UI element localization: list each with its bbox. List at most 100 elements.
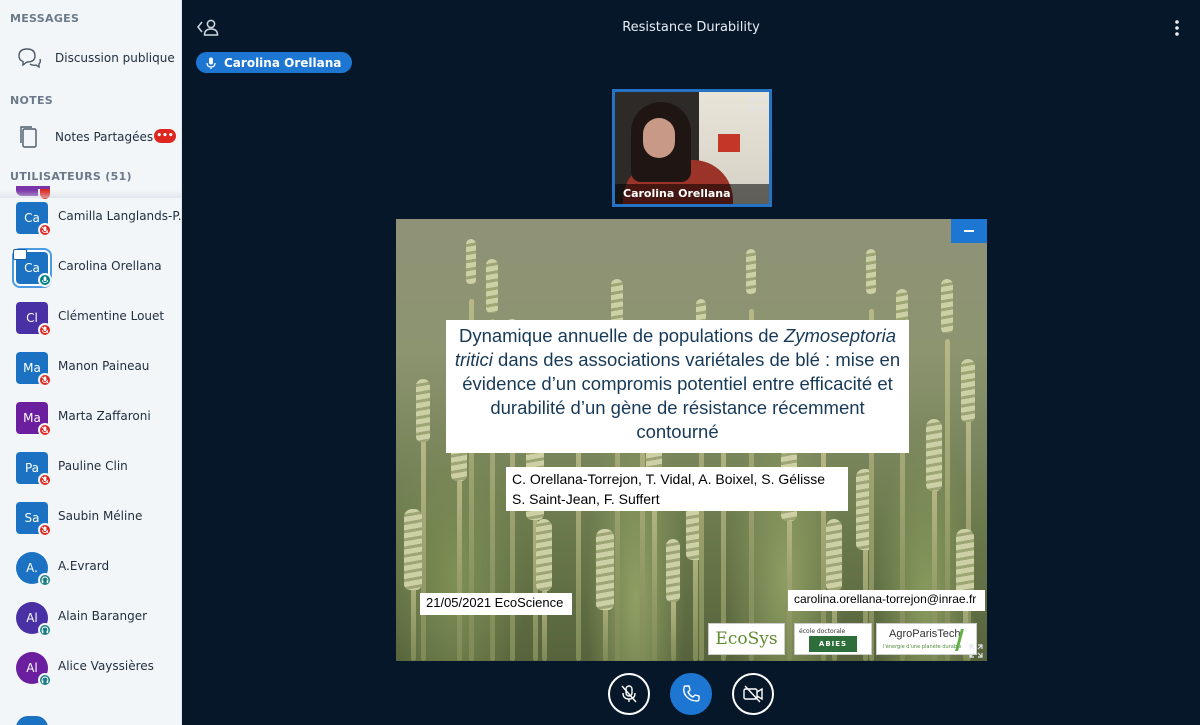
- headphones-icon: [38, 573, 52, 587]
- shared-notes-item[interactable]: Notes Partagées •••: [0, 117, 181, 157]
- slide-authors-line2: S. Saint-Jean, F. Suffert: [512, 491, 660, 507]
- talking-indicator[interactable]: Carolina Orellana: [196, 52, 353, 73]
- share-webcam-button[interactable]: [732, 673, 774, 715]
- wheat-stalk: [787, 509, 792, 661]
- wheat-ear: [536, 519, 552, 591]
- muted-microphone-icon: [38, 223, 52, 237]
- slide-title: Dynamique annuelle de populations de Zym…: [446, 320, 909, 453]
- wheat-ear: [746, 249, 756, 294]
- user-name: Carolina Orellana: [58, 259, 162, 273]
- ecosys-logo: EcoSys: [708, 623, 785, 655]
- notes-section-title: NOTES: [10, 94, 53, 107]
- header: Resistance Durability: [182, 0, 1200, 56]
- abies-logo-text: ABIES: [809, 636, 857, 652]
- user-list-item[interactable]: Al Alice Vayssières: [0, 642, 181, 692]
- presentation-slide[interactable]: Dynamique annuelle de populations de Zym…: [396, 219, 987, 661]
- wheat-ear: [941, 279, 953, 333]
- agroparistech-logo: AgroParisTech l'énergie d'une planète du…: [876, 623, 977, 655]
- wheat-ear: [486, 259, 498, 313]
- webcam-wall-poster: [718, 134, 740, 152]
- slide-title-part1: Dynamique annuelle de populations de: [458, 325, 784, 346]
- user-list-item[interactable]: Ca Carolina Orellana: [0, 242, 181, 292]
- abies-logo-subtext: école doctorale: [799, 628, 846, 635]
- wheat-stalk: [542, 579, 547, 661]
- shared-notes-badge: •••: [154, 129, 176, 143]
- headphones-icon: [38, 673, 52, 687]
- wheat-ear: [416, 379, 430, 442]
- wheat-ear: [666, 539, 680, 602]
- user-list-item[interactable]: Al Alain Baranger: [0, 592, 181, 642]
- microphone-muted-icon: [621, 685, 637, 703]
- wheat-stalk: [457, 469, 462, 661]
- headphones-icon: [38, 623, 52, 637]
- muted-microphone-icon: [38, 423, 52, 437]
- slide-title-part2: dans des associations variétales de blé …: [462, 349, 901, 442]
- partial-avatar-bottom: [16, 716, 48, 725]
- kebab-icon: [1175, 20, 1179, 36]
- wheat-stalk: [671, 599, 676, 661]
- fullscreen-icon: [969, 644, 983, 658]
- user-name: Alain Baranger: [58, 609, 148, 623]
- webcam-user-name: Carolina Orellana: [615, 184, 769, 204]
- slide-authors: C. Orellana-Torrejon, T. Vidal, A. Boixe…: [506, 467, 848, 511]
- users-section-title: UTILISATEURS (51): [10, 170, 132, 183]
- wheat-stalk: [652, 489, 657, 661]
- wheat-ear: [961, 359, 975, 422]
- presenter-icon: [13, 249, 27, 260]
- muted-microphone-icon: [38, 473, 52, 487]
- user-list-item[interactable]: Ca Camilla Langlands-P...: [0, 192, 182, 242]
- slide-email: carolina.orellana-torrejon@inrae.fr: [788, 590, 985, 611]
- shared-notes-label: Notes Partagées: [55, 130, 154, 144]
- expand-icon: [750, 97, 764, 111]
- muted-microphone-icon: [38, 373, 52, 387]
- slide-authors-line1: C. Orellana-Torrejon, T. Vidal, A. Boixe…: [512, 471, 826, 487]
- user-list: Ca Camilla Langlands-P... Ca Carolina Orell…: [0, 192, 182, 692]
- user-list-item[interactable]: Ma Manon Paineau: [0, 342, 181, 392]
- slide-date-event: 21/05/2021 EcoScience: [420, 593, 572, 615]
- fullscreen-button[interactable]: [969, 643, 983, 658]
- user-name: Manon Paineau: [58, 359, 150, 373]
- wheat-ear: [404, 509, 422, 590]
- options-menu-button[interactable]: [1174, 18, 1180, 38]
- webcam-expand-button[interactable]: [750, 96, 764, 111]
- user-list-item[interactable]: A. A.Evrard: [0, 542, 181, 592]
- unmute-microphone-button[interactable]: [608, 673, 650, 715]
- messages-section-title: MESSAGES: [10, 12, 80, 25]
- wheat-ear: [926, 419, 942, 491]
- webcam-person-face: [643, 118, 675, 158]
- user-list-item[interactable]: Sa Saubin Méline: [0, 492, 181, 542]
- user-name: Camilla Langlands-P...: [58, 209, 182, 223]
- meeting-title: Resistance Durability: [622, 20, 760, 35]
- public-chat-label: Discussion publique: [55, 51, 175, 65]
- minus-icon: [964, 230, 974, 232]
- chat-icon: [14, 43, 44, 73]
- wheat-stalk: [945, 339, 950, 661]
- agroparistech-logo-subtext: l'énergie d'une planète durable: [883, 644, 962, 650]
- user-name: Alice Vayssières: [58, 659, 154, 673]
- microphone-icon: [38, 273, 52, 287]
- wheat-ear: [466, 239, 476, 284]
- sidebar: MESSAGES Discussion publique NOTES Notes…: [0, 0, 182, 725]
- user-name: Marta Zaffaroni: [58, 409, 151, 423]
- user-name: Pauline Clin: [58, 459, 128, 473]
- user-list-item[interactable]: Pa Pauline Clin: [0, 442, 181, 492]
- wheat-ear: [826, 519, 842, 591]
- webcam-video[interactable]: Carolina Orellana: [612, 89, 772, 207]
- user-list-item[interactable]: Ma Marta Zaffaroni: [0, 392, 181, 442]
- user-list-item[interactable]: Cl Clémentine Louet: [0, 292, 181, 342]
- agroparistech-logo-text: AgroParisTech: [889, 628, 961, 640]
- public-chat-item[interactable]: Discussion publique: [0, 38, 181, 78]
- audio-phone-button[interactable]: [670, 673, 712, 715]
- talking-user-name: Carolina Orellana: [224, 55, 342, 70]
- wheat-ear: [596, 529, 614, 610]
- phone-icon: [683, 685, 700, 702]
- notes-icon: [14, 122, 44, 152]
- user-name: Saubin Méline: [58, 509, 143, 523]
- microphone-icon: [206, 57, 216, 69]
- minimize-presentation-button[interactable]: [951, 219, 987, 243]
- user-name: Clémentine Louet: [58, 309, 165, 323]
- abies-logo: école doctorale ABIES: [794, 623, 872, 655]
- video-off-icon: [743, 685, 763, 703]
- muted-microphone-icon: [38, 323, 52, 337]
- muted-microphone-icon: [38, 523, 52, 537]
